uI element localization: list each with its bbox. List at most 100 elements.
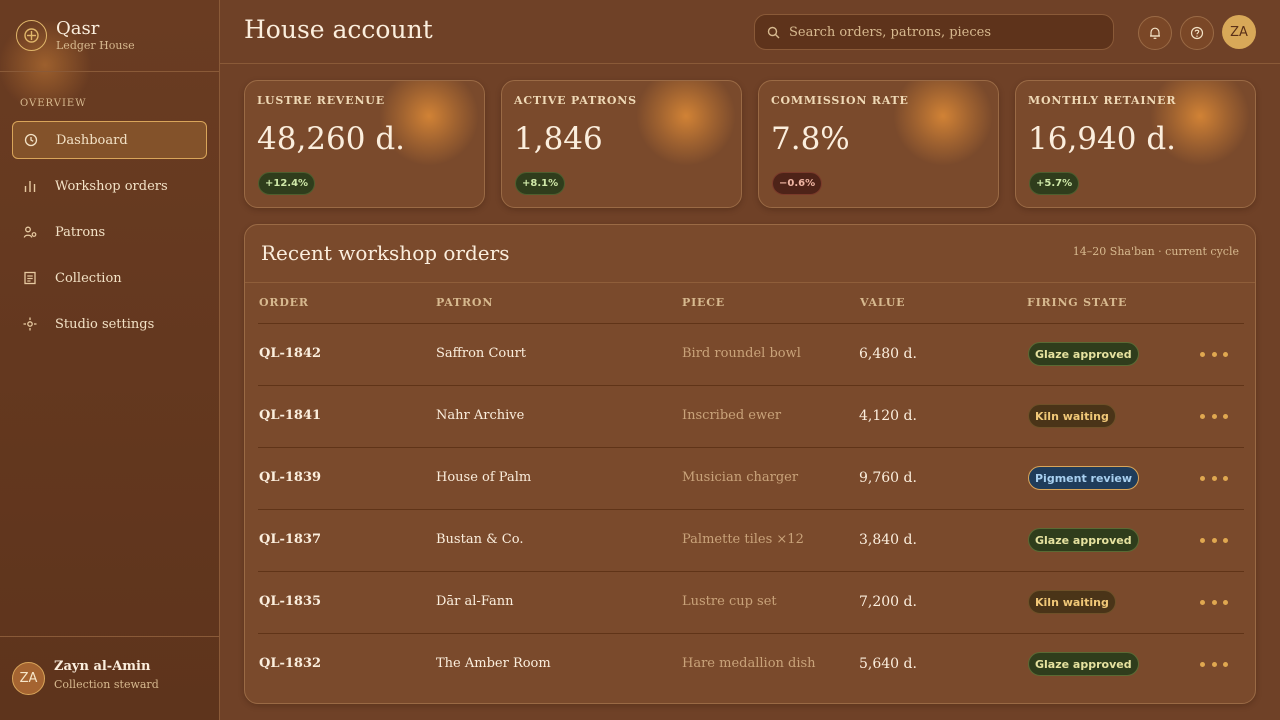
- profile-avatar[interactable]: ZA: [1222, 15, 1256, 49]
- order-value: 9,760 d.: [859, 470, 917, 486]
- more-actions-icon[interactable]: [1200, 530, 1228, 550]
- document-icon: [23, 271, 37, 285]
- order-id: QL-1832: [259, 656, 322, 671]
- kpi-glow: [636, 81, 736, 166]
- column-header-firing-state[interactable]: FIRING STATE: [1027, 296, 1127, 309]
- kpi-delta-badge: −0.6%: [772, 172, 823, 195]
- status-badge: Glaze approved: [1028, 652, 1139, 676]
- kpi-value: 48,260 d.: [257, 121, 406, 157]
- kpi-label: COMMISSION RATE: [771, 94, 909, 107]
- order-value: 4,120 d.: [859, 408, 917, 424]
- kpi-card-active-patrons[interactable]: ACTIVE PATRONS 1,846 +8.1%: [501, 80, 742, 208]
- table-row[interactable]: QL-1841 Nahr Archive Inscribed ewer 4,12…: [258, 385, 1244, 447]
- piece-name: Palmette tiles ×12: [682, 532, 804, 547]
- kpi-delta-badge: +8.1%: [515, 172, 566, 195]
- sidebar-item-label: Collection: [55, 270, 122, 286]
- kpi-value: 1,846: [514, 121, 603, 157]
- table-row[interactable]: QL-1839 House of Palm Musician charger 9…: [258, 447, 1244, 509]
- order-value: 5,640 d.: [859, 656, 917, 672]
- settings-icon: [23, 317, 37, 331]
- bell-icon: [1150, 27, 1160, 39]
- users-icon: [23, 225, 37, 239]
- brand-name: Qasr: [56, 18, 100, 39]
- sidebar-item-label: Workshop orders: [55, 178, 168, 194]
- table-row[interactable]: QL-1842 Saffron Court Bird roundel bowl …: [258, 323, 1244, 385]
- user-name: Zayn al-Amin: [54, 659, 151, 674]
- piece-name: Inscribed ewer: [682, 408, 782, 423]
- panel-title: Recent workshop orders: [261, 241, 510, 265]
- column-header-order[interactable]: ORDER: [259, 296, 309, 309]
- kpi-card-monthly-retainer[interactable]: MONTHLY RETAINER 16,940 d. +5.7%: [1015, 80, 1256, 208]
- panel-divider: [245, 282, 1255, 283]
- more-actions-icon[interactable]: [1200, 344, 1228, 364]
- notifications-button[interactable]: [1138, 16, 1172, 50]
- sidebar-item-label: Studio settings: [55, 316, 155, 332]
- more-actions-icon[interactable]: [1200, 654, 1228, 674]
- status-badge: Pigment review: [1028, 466, 1139, 490]
- column-header-piece[interactable]: PIECE: [682, 296, 725, 309]
- sidebar-item-patrons[interactable]: Patrons: [12, 213, 207, 251]
- order-value: 7,200 d.: [859, 594, 917, 610]
- kpi-card-lustre-revenue[interactable]: LUSTRE REVENUE 48,260 d. +12.4%: [244, 80, 485, 208]
- order-id: QL-1837: [259, 532, 322, 547]
- sidebar-item-dashboard[interactable]: Dashboard: [12, 121, 207, 159]
- column-header-value[interactable]: VALUE: [860, 296, 905, 309]
- sidebar-item-workshop-orders[interactable]: Workshop orders: [12, 167, 207, 205]
- sidebar-divider: [0, 71, 219, 72]
- more-actions-icon[interactable]: [1200, 468, 1228, 488]
- nav-section-label: OVERVIEW: [20, 98, 87, 109]
- sidebar-item-label: Patrons: [55, 224, 106, 240]
- status-badge: Kiln waiting: [1028, 404, 1116, 428]
- panel-date-range: 14–20 Sha'ban · current cycle: [1072, 245, 1239, 258]
- piece-name: Hare medallion dish: [682, 656, 816, 671]
- patron-name: Dār al-Fann: [436, 594, 514, 609]
- patron-name: The Amber Room: [436, 656, 551, 671]
- column-header-patron[interactable]: PATRON: [436, 296, 493, 309]
- page-title: House account: [244, 15, 433, 44]
- patron-name: Saffron Court: [436, 346, 527, 361]
- order-id: QL-1841: [259, 408, 322, 423]
- more-actions-icon[interactable]: [1200, 592, 1228, 612]
- status-badge: Kiln waiting: [1028, 590, 1116, 614]
- kpi-label: LUSTRE REVENUE: [257, 94, 385, 107]
- status-badge: Glaze approved: [1028, 528, 1139, 552]
- piece-name: Bird roundel bowl: [682, 346, 801, 361]
- sidebar-footer-divider: [0, 636, 219, 637]
- table-row[interactable]: QL-1832 The Amber Room Hare medallion di…: [258, 633, 1244, 695]
- order-value: 6,480 d.: [859, 346, 917, 362]
- help-button[interactable]: [1180, 16, 1214, 50]
- brand-logo-icon: [16, 20, 47, 51]
- clock-icon: [24, 133, 38, 147]
- kpi-delta-badge: +5.7%: [1029, 172, 1080, 195]
- sidebar-item-studio-settings[interactable]: Studio settings: [12, 305, 207, 343]
- table-row[interactable]: QL-1835 Dār al-Fann Lustre cup set 7,200…: [258, 571, 1244, 633]
- search-icon: [767, 25, 781, 39]
- more-actions-icon[interactable]: [1200, 406, 1228, 426]
- table-row[interactable]: QL-1837 Bustan & Co. Palmette tiles ×12 …: [258, 509, 1244, 571]
- recent-orders-panel: Recent workshop orders 14–20 Sha'ban · c…: [244, 224, 1256, 704]
- kpi-card-commission-rate[interactable]: COMMISSION RATE 7.8% −0.6%: [758, 80, 999, 208]
- bar-chart-icon: [23, 179, 37, 193]
- sidebar-item-collection[interactable]: Collection: [12, 259, 207, 297]
- patron-name: Nahr Archive: [436, 408, 525, 423]
- piece-name: Lustre cup set: [682, 594, 777, 609]
- search-input[interactable]: [789, 24, 1089, 40]
- user-role: Collection steward: [54, 678, 159, 691]
- order-id: QL-1842: [259, 346, 322, 361]
- brand-subtitle: Ledger House: [56, 39, 135, 52]
- order-id: QL-1839: [259, 470, 322, 485]
- patron-name: House of Palm: [436, 470, 532, 485]
- patron-name: Bustan & Co.: [436, 532, 524, 547]
- kpi-value: 16,940 d.: [1028, 121, 1177, 157]
- kpi-value: 7.8%: [771, 121, 850, 157]
- search-bar[interactable]: [754, 14, 1114, 50]
- kpi-label: MONTHLY RETAINER: [1028, 94, 1177, 107]
- status-badge: Glaze approved: [1028, 342, 1139, 366]
- brand[interactable]: Qasr Ledger House: [16, 18, 216, 58]
- user-avatar[interactable]: ZA: [12, 662, 45, 695]
- piece-name: Musician charger: [682, 470, 799, 485]
- kpi-label: ACTIVE PATRONS: [514, 94, 637, 107]
- sidebar-item-label: Dashboard: [56, 132, 128, 148]
- order-id: QL-1835: [259, 594, 322, 609]
- kpi-delta-badge: +12.4%: [258, 172, 316, 195]
